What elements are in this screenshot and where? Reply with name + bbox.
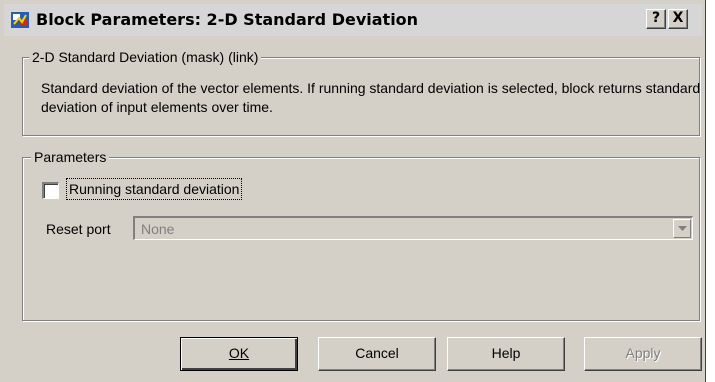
cancel-button-label: Cancel <box>355 345 399 361</box>
reset-port-value: None <box>141 221 175 237</box>
parameters-group-label: Parameters <box>31 148 110 166</box>
help-button[interactable]: Help <box>447 337 565 371</box>
reset-port-label: Reset port <box>46 221 111 237</box>
ok-button-label: OK <box>228 345 250 361</box>
description-group: 2-D Standard Deviation (mask) (link) Sta… <box>22 48 701 136</box>
cancel-button[interactable]: Cancel <box>318 337 436 371</box>
apply-button: Apply <box>584 337 702 371</box>
simulink-block-icon <box>10 10 30 30</box>
running-std-checkbox[interactable] <box>42 182 59 199</box>
dialog-window: Block Parameters: 2-D Standard Deviation… <box>0 0 706 382</box>
window-title: Block Parameters: 2-D Standard Deviation <box>36 10 419 29</box>
close-title-button[interactable]: X <box>668 9 688 29</box>
description-text: Standard deviation of the vector element… <box>41 80 701 115</box>
parameters-group: Parameters Running standard deviation Re… <box>22 148 700 321</box>
help-title-button[interactable]: ? <box>646 9 666 29</box>
ok-button[interactable]: OK <box>180 337 298 371</box>
question-icon: ? <box>651 10 661 26</box>
help-button-label: Help <box>491 345 521 361</box>
title-bar[interactable]: Block Parameters: 2-D Standard Deviation… <box>4 4 702 36</box>
description-group-label: 2-D Standard Deviation (mask) (link) <box>29 48 262 66</box>
close-icon: X <box>672 10 684 26</box>
chevron-down-icon <box>678 226 687 231</box>
dropdown-button[interactable] <box>673 219 691 238</box>
running-std-label[interactable]: Running standard deviation <box>65 178 243 200</box>
reset-port-select[interactable]: None <box>133 216 693 240</box>
apply-button-label: Apply <box>625 345 661 361</box>
